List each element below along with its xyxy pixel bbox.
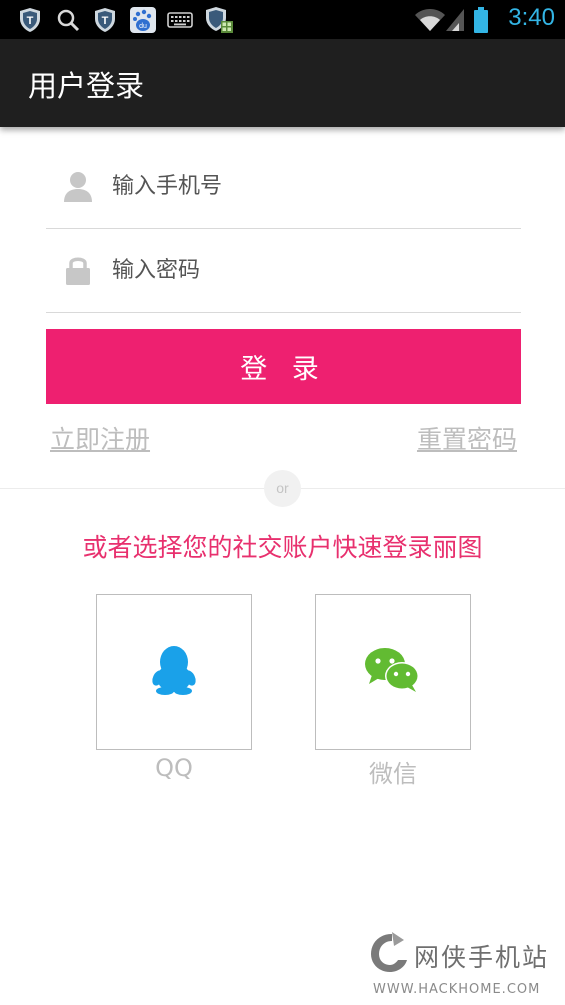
wechat-label: 微信 bbox=[369, 760, 417, 788]
wechat-login-button[interactable] bbox=[315, 594, 471, 750]
qq-penguin-icon bbox=[150, 644, 198, 700]
password-input[interactable] bbox=[112, 248, 502, 292]
signal-icon bbox=[444, 6, 466, 34]
qq-login-button[interactable] bbox=[96, 594, 252, 750]
password-field bbox=[46, 228, 521, 313]
hackhome-logo-icon bbox=[368, 930, 410, 980]
social-login-prompt: 或者选择您的社交账户快速登录丽图 bbox=[82, 533, 483, 562]
watermark-url: WWW.HACKHOME.COM bbox=[373, 982, 541, 997]
wechat-icon bbox=[364, 647, 422, 697]
register-link[interactable]: 立即注册 bbox=[50, 420, 150, 456]
baidu-icon: du bbox=[129, 6, 157, 34]
shield-grid-icon bbox=[204, 6, 234, 34]
keyboard-icon bbox=[167, 6, 193, 34]
shield-icon: T bbox=[18, 6, 42, 34]
watermark-text: 网侠手机站 bbox=[414, 943, 550, 972]
svg-text:T: T bbox=[27, 15, 34, 27]
search-icon bbox=[56, 6, 80, 34]
status-bar: T T du 3:40 bbox=[0, 0, 565, 39]
action-bar: 用户登录 bbox=[0, 39, 565, 127]
or-badge: or bbox=[264, 470, 301, 507]
svg-text:du: du bbox=[139, 23, 147, 30]
svg-text:T: T bbox=[102, 15, 109, 27]
page-title: 用户登录 bbox=[28, 69, 145, 103]
shield-icon: T bbox=[93, 6, 117, 34]
lock-icon bbox=[62, 254, 94, 286]
battery-icon bbox=[472, 6, 490, 34]
person-icon bbox=[62, 170, 94, 202]
phone-input[interactable] bbox=[112, 164, 502, 208]
qq-label: QQ bbox=[155, 754, 193, 782]
login-button[interactable]: 登 录 bbox=[46, 329, 521, 404]
watermark: 网侠手机站 WWW.HACKHOME.COM bbox=[368, 930, 563, 1000]
wifi-icon bbox=[414, 6, 446, 34]
phone-field bbox=[46, 144, 521, 229]
status-time: 3:40 bbox=[508, 4, 555, 31]
reset-password-link[interactable]: 重置密码 bbox=[417, 420, 517, 456]
